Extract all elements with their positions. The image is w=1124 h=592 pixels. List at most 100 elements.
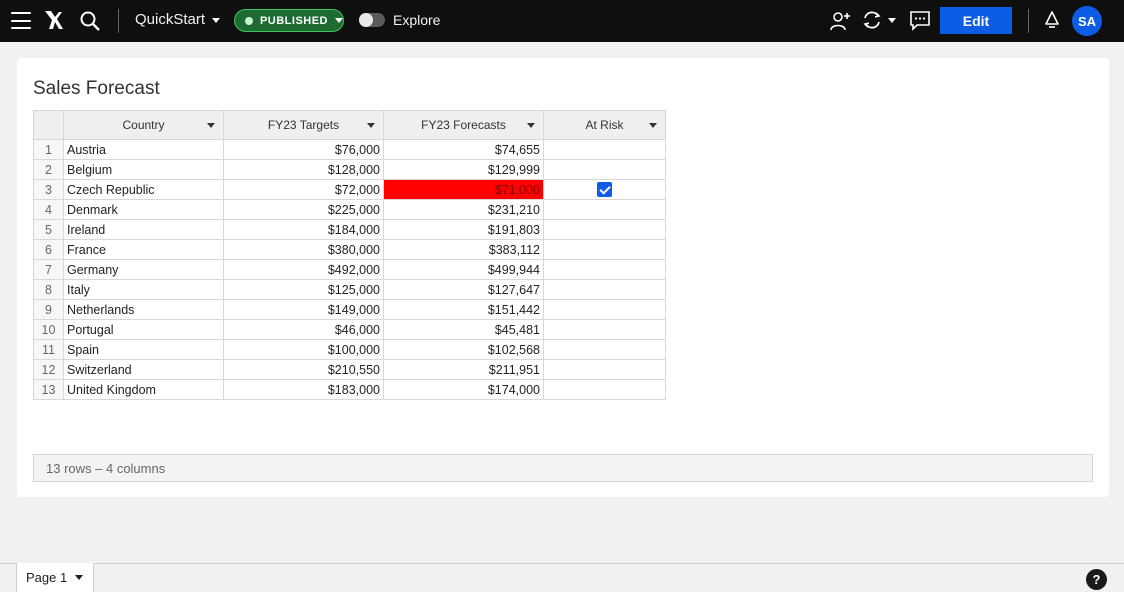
- cell-at-risk[interactable]: [543, 159, 666, 180]
- cell-target[interactable]: $100,000: [223, 339, 384, 360]
- cell-target[interactable]: $76,000: [223, 139, 384, 160]
- chevron-down-icon[interactable]: [527, 123, 535, 128]
- bell-icon[interactable]: [1042, 9, 1062, 31]
- row-number[interactable]: 12: [33, 359, 64, 380]
- cell-target[interactable]: $184,000: [223, 219, 384, 240]
- cell-forecast[interactable]: $151,442: [383, 299, 544, 320]
- row-number[interactable]: 8: [33, 279, 64, 300]
- cell-forecast[interactable]: $191,803: [383, 219, 544, 240]
- status-badge[interactable]: PUBLISHED: [234, 9, 344, 32]
- workbook-title[interactable]: QuickStart: [135, 11, 205, 28]
- cell-forecast[interactable]: $211,951: [383, 359, 544, 380]
- cell-at-risk[interactable]: [543, 339, 666, 360]
- column-header-at-risk[interactable]: At Risk: [543, 110, 666, 140]
- cell-target[interactable]: $380,000: [223, 239, 384, 260]
- cell-at-risk[interactable]: [543, 319, 666, 340]
- avatar[interactable]: SA: [1072, 6, 1102, 36]
- cell-country[interactable]: Czech Republic: [63, 179, 224, 200]
- chevron-down-icon[interactable]: [888, 18, 896, 23]
- cell-target[interactable]: $149,000: [223, 299, 384, 320]
- tab-page-1[interactable]: Page 1: [16, 563, 94, 592]
- cell-country[interactable]: Austria: [63, 139, 224, 160]
- cell-country[interactable]: Denmark: [63, 199, 224, 220]
- status-dot-icon: [245, 16, 253, 25]
- cell-target[interactable]: $492,000: [223, 259, 384, 280]
- cell-forecast[interactable]: $129,999: [383, 159, 544, 180]
- sync-icon[interactable]: [861, 9, 883, 31]
- comment-icon[interactable]: [908, 9, 932, 31]
- cell-forecast[interactable]: $71,000: [383, 179, 544, 200]
- column-header-forecasts[interactable]: FY23 Forecasts: [383, 110, 544, 140]
- row-number[interactable]: 2: [33, 159, 64, 180]
- cell-country[interactable]: France: [63, 239, 224, 260]
- cell-at-risk[interactable]: [543, 199, 666, 220]
- cell-target[interactable]: $72,000: [223, 179, 384, 200]
- cell-at-risk[interactable]: [543, 299, 666, 320]
- cell-country[interactable]: Portugal: [63, 319, 224, 340]
- table-row: 3 Czech Republic $72,000 $71,000: [33, 179, 666, 200]
- cell-forecast[interactable]: $74,655: [383, 139, 544, 160]
- cell-country[interactable]: United Kingdom: [63, 379, 224, 400]
- row-number[interactable]: 11: [33, 339, 64, 360]
- row-number[interactable]: 5: [33, 219, 64, 240]
- logo-icon[interactable]: [42, 8, 66, 32]
- cell-target[interactable]: $125,000: [223, 279, 384, 300]
- cell-forecast[interactable]: $174,000: [383, 379, 544, 400]
- table-summary: 13 rows – 4 columns: [46, 460, 166, 476]
- chevron-down-icon[interactable]: [212, 18, 220, 23]
- row-number-header: [33, 110, 64, 140]
- table-row: 12 Switzerland $210,550 $211,951: [33, 359, 666, 380]
- row-number[interactable]: 13: [33, 379, 64, 400]
- user-add-icon[interactable]: [828, 9, 852, 33]
- menu-icon[interactable]: [11, 12, 31, 29]
- cell-target[interactable]: $225,000: [223, 199, 384, 220]
- divider: [1028, 9, 1029, 33]
- row-number[interactable]: 7: [33, 259, 64, 280]
- help-icon[interactable]: ?: [1086, 569, 1107, 590]
- checkbox-checked-icon[interactable]: [597, 182, 612, 198]
- cell-target[interactable]: $183,000: [223, 379, 384, 400]
- edit-button[interactable]: Edit: [940, 7, 1012, 34]
- cell-at-risk[interactable]: [543, 259, 666, 280]
- cell-target[interactable]: $128,000: [223, 159, 384, 180]
- cell-at-risk[interactable]: [543, 179, 666, 200]
- cell-forecast[interactable]: $499,944: [383, 259, 544, 280]
- cell-at-risk[interactable]: [543, 379, 666, 400]
- cell-forecast[interactable]: $127,647: [383, 279, 544, 300]
- row-number[interactable]: 4: [33, 199, 64, 220]
- cell-forecast[interactable]: $102,568: [383, 339, 544, 360]
- cell-country[interactable]: Switzerland: [63, 359, 224, 380]
- column-header-country[interactable]: Country: [63, 110, 224, 140]
- cell-forecast[interactable]: $45,481: [383, 319, 544, 340]
- cell-target[interactable]: $46,000: [223, 319, 384, 340]
- cell-at-risk[interactable]: [543, 279, 666, 300]
- row-number[interactable]: 3: [33, 179, 64, 200]
- cell-forecast[interactable]: $231,210: [383, 199, 544, 220]
- chevron-down-icon[interactable]: [207, 123, 215, 128]
- chevron-down-icon[interactable]: [649, 123, 657, 128]
- row-number[interactable]: 1: [33, 139, 64, 160]
- page-title[interactable]: Sales Forecast: [33, 78, 160, 100]
- cell-at-risk[interactable]: [543, 139, 666, 160]
- cell-at-risk[interactable]: [543, 359, 666, 380]
- cell-at-risk[interactable]: [543, 239, 666, 260]
- cell-country[interactable]: Netherlands: [63, 299, 224, 320]
- table-row: 8 Italy $125,000 $127,647: [33, 279, 666, 300]
- cell-forecast[interactable]: $383,112: [383, 239, 544, 260]
- column-header-targets[interactable]: FY23 Targets: [223, 110, 384, 140]
- cell-country[interactable]: Belgium: [63, 159, 224, 180]
- chevron-down-icon[interactable]: [367, 123, 375, 128]
- cell-country[interactable]: Spain: [63, 339, 224, 360]
- row-number[interactable]: 9: [33, 299, 64, 320]
- search-icon[interactable]: [79, 10, 101, 32]
- cell-target[interactable]: $210,550: [223, 359, 384, 380]
- cell-country[interactable]: Italy: [63, 279, 224, 300]
- table-row: 11 Spain $100,000 $102,568: [33, 339, 666, 360]
- cell-at-risk[interactable]: [543, 219, 666, 240]
- explore-toggle[interactable]: [359, 13, 385, 27]
- chevron-down-icon[interactable]: [75, 575, 84, 580]
- row-number[interactable]: 10: [33, 319, 64, 340]
- cell-country[interactable]: Germany: [63, 259, 224, 280]
- row-number[interactable]: 6: [33, 239, 64, 260]
- cell-country[interactable]: Ireland: [63, 219, 224, 240]
